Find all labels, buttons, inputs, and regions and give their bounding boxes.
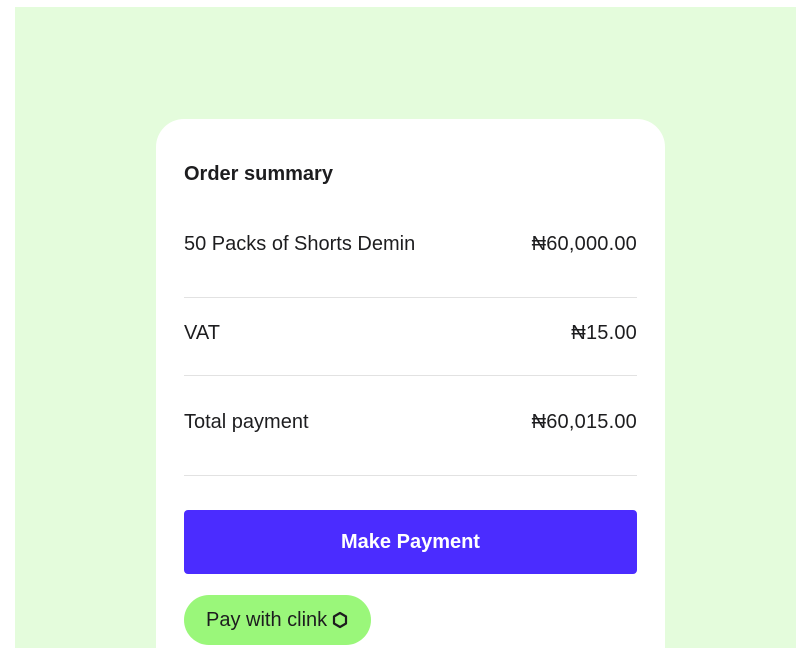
total-row: Total payment ₦60,015.00 [184,411,637,434]
make-payment-button[interactable]: Make Payment [184,510,637,574]
vat-amount: ₦15.00 [571,322,637,344]
vat-row: VAT ₦15.00 [184,322,637,345]
total-amount: ₦60,015.00 [531,411,637,433]
order-summary-title: Order summary [184,163,333,185]
vat-label: VAT [184,322,220,344]
line-item-row: 50 Packs of Shorts Demin ₦60,000.00 [184,233,637,256]
pay-with-clink-button[interactable]: Pay with clink [184,595,372,645]
divider [184,375,637,376]
total-label: Total payment [184,411,309,433]
pay-with-clink-label: Pay with clink [206,608,328,631]
make-payment-label: Make Payment [341,530,480,553]
clink-logo-icon [331,611,349,629]
line-item-amount: ₦60,000.00 [531,233,637,255]
divider [184,475,637,476]
page-background: Order summary 50 Packs of Shorts Demin ₦… [15,7,796,648]
line-item-label: 50 Packs of Shorts Demin [184,233,416,255]
order-summary-card: Order summary 50 Packs of Shorts Demin ₦… [156,119,665,648]
divider [184,297,637,298]
